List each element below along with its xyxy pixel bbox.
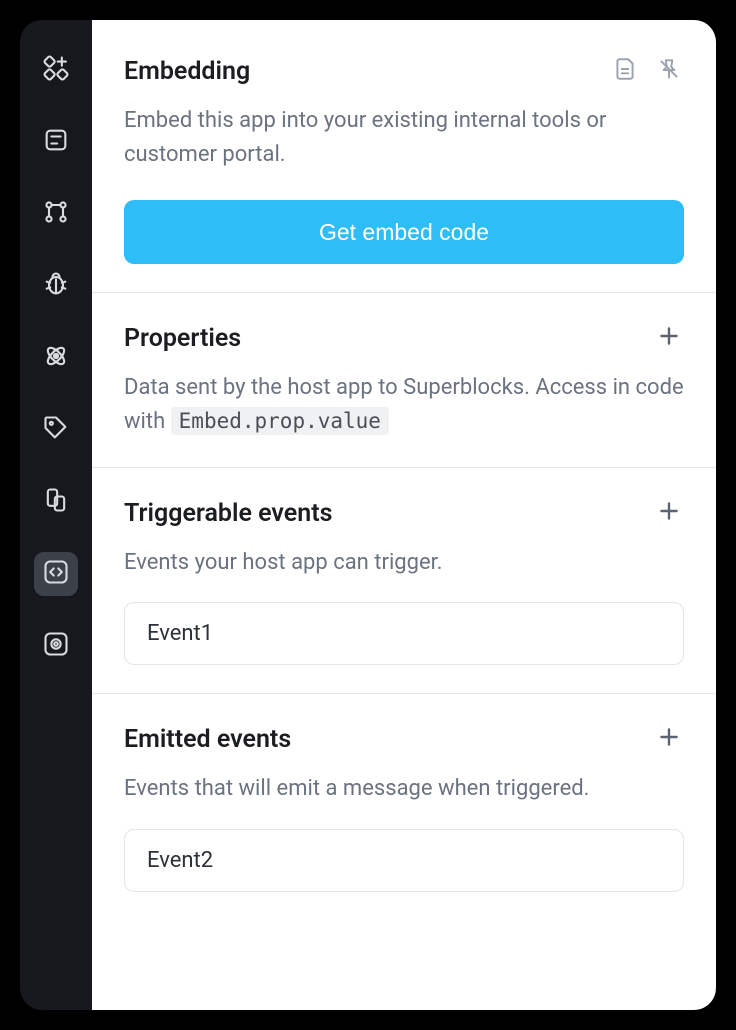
- sidebar-item-device[interactable]: [34, 480, 78, 524]
- section-embedding: Embedding Embed this app into your exist…: [92, 20, 716, 293]
- section-properties: Properties Data sent by the host app to …: [92, 293, 716, 468]
- docs-button[interactable]: [610, 56, 640, 86]
- embedding-description: Embed this app into your existing intern…: [124, 104, 684, 172]
- panel-header-actions: [610, 56, 684, 86]
- pin-icon: [656, 56, 682, 86]
- emitted-event-row[interactable]: Event2: [124, 829, 684, 892]
- triggerable-event-row[interactable]: Event1: [124, 602, 684, 665]
- section-triggerable-events: Triggerable events Events your host app …: [92, 468, 716, 694]
- emitted-description: Events that will emit a message when tri…: [124, 772, 684, 806]
- sidebar-item-layout[interactable]: [34, 120, 78, 164]
- sidebar: [20, 20, 92, 1010]
- sidebar-item-tag[interactable]: [34, 408, 78, 452]
- add-emitted-event-button[interactable]: [654, 724, 684, 754]
- plus-icon: [656, 323, 682, 353]
- pin-button[interactable]: [654, 56, 684, 86]
- workflow-icon: [42, 198, 70, 230]
- properties-description: Data sent by the host app to Superblocks…: [124, 371, 684, 439]
- emitted-title: Emitted events: [124, 725, 291, 754]
- components-icon: [42, 54, 70, 86]
- add-property-button[interactable]: [654, 323, 684, 353]
- plus-icon: [656, 724, 682, 754]
- properties-code-example: Embed.prop.value: [171, 407, 389, 435]
- code-icon: [42, 558, 70, 590]
- atom-icon: [42, 342, 70, 374]
- get-embed-code-button[interactable]: Get embed code: [124, 200, 684, 264]
- embedding-title: Embedding: [124, 57, 250, 86]
- section-emitted-events: Emitted events Events that will emit a m…: [92, 694, 716, 919]
- debug-icon: [42, 270, 70, 302]
- plus-icon: [656, 498, 682, 528]
- sidebar-item-preview[interactable]: [34, 624, 78, 668]
- sidebar-item-code[interactable]: [34, 552, 78, 596]
- triggerable-title: Triggerable events: [124, 499, 332, 528]
- sidebar-item-debug[interactable]: [34, 264, 78, 308]
- settings-panel: Embedding Embed this app into your exist…: [92, 20, 716, 1010]
- device-icon: [42, 486, 70, 518]
- properties-title: Properties: [124, 324, 241, 353]
- document-icon: [612, 56, 638, 86]
- layout-icon: [42, 126, 70, 158]
- tag-icon: [42, 414, 70, 446]
- triggerable-description: Events your host app can trigger.: [124, 546, 684, 580]
- add-triggerable-event-button[interactable]: [654, 498, 684, 528]
- sidebar-item-components[interactable]: [34, 48, 78, 92]
- preview-icon: [42, 630, 70, 662]
- sidebar-item-atom[interactable]: [34, 336, 78, 380]
- sidebar-item-workflow[interactable]: [34, 192, 78, 236]
- app-root: Embedding Embed this app into your exist…: [0, 0, 736, 1030]
